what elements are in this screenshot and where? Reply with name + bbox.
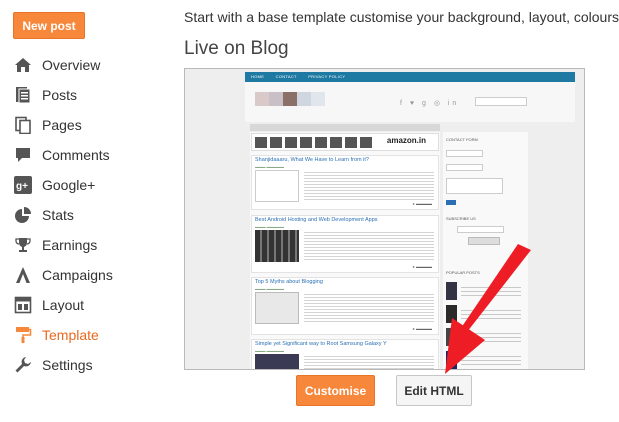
sidebar-item-settings[interactable]: Settings [0,350,170,380]
layout-icon [13,295,33,315]
svg-text:g+: g+ [16,181,28,192]
preview-logo [255,92,325,106]
sidebar-item-earnings[interactable]: Earnings [0,230,170,260]
preview-social-icons: f ♥ g ◎ in [400,100,460,107]
preview-sidebar: CONTACT FORM SUBSCRIBE US POPULAR POSTS [443,132,528,369]
googleplus-icon: g+ [13,175,33,195]
preview-banner-ad: amazon.in [251,133,439,151]
sidebar-item-campaigns[interactable]: Campaigns [0,260,170,290]
pages-icon [13,115,33,135]
house-icon [13,55,33,75]
sidebar-item-pages[interactable]: Pages [0,110,170,140]
live-on-blog-heading: Live on Blog [184,38,289,59]
preview-post: Best Android Hosting and Web Development… [251,215,439,273]
preview-post: Shanjidaaaru, What We Have to Learn from… [251,155,439,210]
trophy-icon [13,235,33,255]
template-preview[interactable]: HOME CONTACT PRIVACY POLICY f ♥ g ◎ in a… [184,68,585,370]
pie-chart-icon [13,205,33,225]
paint-roller-icon [13,325,33,345]
sidebar-item-layout[interactable]: Layout [0,290,170,320]
preview-post: Simple yet Significant way to Root Samsu… [251,339,439,369]
edit-html-button[interactable]: Edit HTML [396,375,472,406]
sidebar-item-comments[interactable]: Comments [0,140,170,170]
sidebar-item-googleplus[interactable]: g+ Google+ [0,170,170,200]
preview-menu: HOME CONTACT PRIVACY POLICY [251,74,346,79]
campaign-icon [13,265,33,285]
preview-post: Top 5 Myths about Blogging ▬▬▬ ▬▬▬▬▬ ▸ ▬… [251,277,439,335]
sidebar-item-posts[interactable]: Posts [0,80,170,110]
comment-icon [13,145,33,165]
sidebar-item-overview[interactable]: Overview [0,50,170,80]
sidebar-item-stats[interactable]: Stats [0,200,170,230]
sidebar-item-template[interactable]: Template [0,320,170,350]
intro-text: Start with a base template customise you… [184,9,619,25]
sidebar-nav: Overview Posts Pages Comments g+ Google+… [0,50,170,380]
new-post-button[interactable]: New post [13,12,85,39]
wrench-icon [13,355,33,375]
posts-icon [13,85,33,105]
customise-button[interactable]: Customise [296,375,375,406]
preview-search-box [475,97,527,106]
preview-category-nav [250,124,440,131]
